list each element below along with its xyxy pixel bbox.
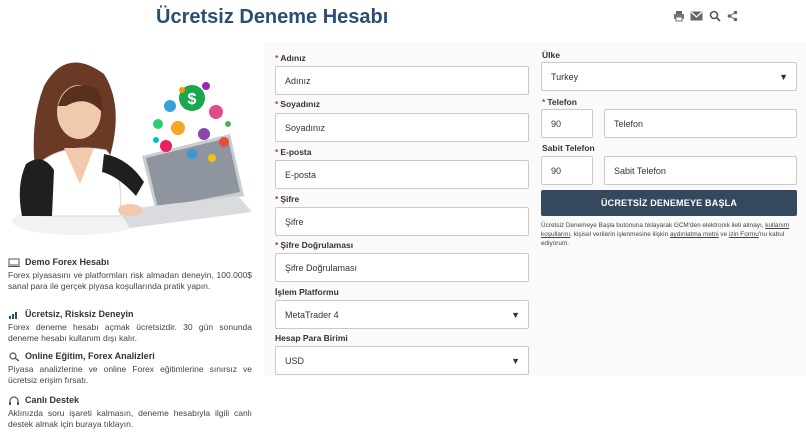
country-select[interactable]: Turkey ▼ <box>541 62 797 91</box>
feature-text: Piyasa analizlerine ve online Forex eğit… <box>8 363 252 386</box>
feature-text: Forex deneme hesabı açmak ücretsizdir. 3… <box>8 321 252 344</box>
chevron-down-icon: ▼ <box>779 71 788 82</box>
print-icon[interactable] <box>672 9 685 22</box>
phone-label: * Telefon <box>542 97 577 107</box>
phone-field[interactable]: Telefon <box>604 109 797 138</box>
password-field[interactable]: Şifre <box>275 207 529 236</box>
chevron-down-icon: ▼ <box>511 355 520 366</box>
feature-title: Ücretsiz, Risksiz Deneyin <box>25 309 134 319</box>
feature-support[interactable]: Canlı Destek Aklınızda soru işareti kalm… <box>8 395 252 431</box>
consent-text: Ücretsiz Denemeye Başla butonuna tıklaya… <box>541 222 790 248</box>
phone-code-field[interactable]: 90 <box>541 109 593 138</box>
password-confirm-field[interactable]: Şifre Doğrulaması <box>275 253 529 282</box>
password-confirm-label: * Şifre Doğrulaması <box>275 240 354 250</box>
country-label: Ülke <box>542 50 560 60</box>
feature-title: Online Eğitim, Forex Analizleri <box>25 351 155 361</box>
currency-label: Hesap Para Birimi <box>275 333 348 343</box>
platform-label: İşlem Platformu <box>275 287 339 297</box>
share-icon[interactable] <box>726 9 739 22</box>
surname-field[interactable]: Soyadınız <box>275 113 529 142</box>
education-icon <box>8 352 20 362</box>
mail-icon[interactable] <box>690 9 703 22</box>
currency-select[interactable]: USD ▼ <box>275 346 529 375</box>
hero-illustration: $ <box>6 46 258 238</box>
page-title: Ücretsiz Deneme Hesabı <box>156 6 389 28</box>
headset-icon <box>8 396 20 406</box>
consent-form-link[interactable]: izin Formu <box>729 231 759 238</box>
chart-icon <box>8 310 20 320</box>
chevron-down-icon: ▼ <box>511 309 520 320</box>
surname-label: * Soyadınız <box>275 99 320 109</box>
privacy-notice-link[interactable]: aydınlatma metni <box>670 231 719 238</box>
name-label: * Adınız <box>275 53 306 63</box>
landline-label: Sabit Telefon <box>542 143 595 153</box>
email-label: * E-posta <box>275 147 312 157</box>
toolbar-icons <box>672 9 739 22</box>
feature-text: Forex piyasasını ve platformları risk al… <box>8 269 252 292</box>
feature-title: Demo Forex Hesabı <box>25 257 110 267</box>
landline-field[interactable]: Sabit Telefon <box>604 156 797 185</box>
svg-text:$: $ <box>188 91 197 108</box>
platform-select[interactable]: MetaTrader 4 ▼ <box>275 300 529 329</box>
search-icon[interactable] <box>708 9 721 22</box>
feature-education: Online Eğitim, Forex Analizleri Piyasa a… <box>8 351 252 387</box>
demo-icon <box>8 258 20 268</box>
password-label: * Şifre <box>275 194 300 204</box>
feature-title: Canlı Destek <box>25 395 80 405</box>
landline-code-field[interactable]: 90 <box>541 156 593 185</box>
start-trial-button[interactable]: ÜCRETSİZ DENEMEYE BAŞLA <box>541 190 797 216</box>
feature-text: Aklınızda soru işareti kalmasın, deneme … <box>8 407 252 430</box>
email-field[interactable]: E-posta <box>275 160 529 189</box>
name-field[interactable]: Adınız <box>275 66 529 95</box>
feature-demo: Demo Forex Hesabı Forex piyasasını ve pl… <box>8 257 252 293</box>
feature-free: Ücretsiz, Risksiz Deneyin Forex deneme h… <box>8 309 252 345</box>
